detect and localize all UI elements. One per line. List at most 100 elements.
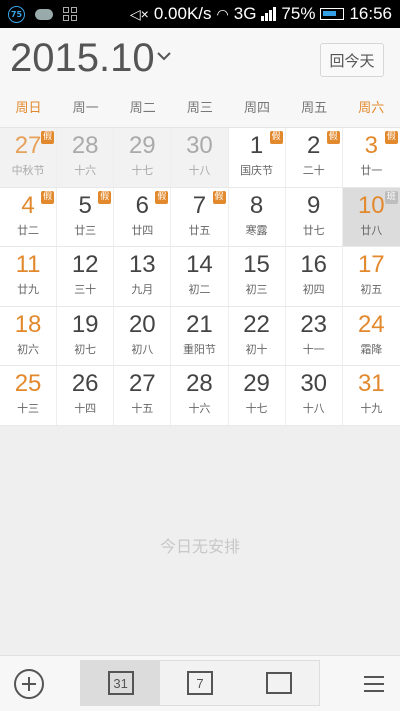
day-cell[interactable]: 17 初五 <box>343 247 400 306</box>
day-cell[interactable]: 21 重阳节 <box>171 306 229 366</box>
day-cell[interactable]: 7 廿五假 <box>171 187 229 247</box>
lunar-date: 二十 <box>302 164 325 177</box>
day-number: 22 <box>243 310 270 338</box>
holiday-badge: 假 <box>41 190 55 204</box>
day-cell[interactable]: 27 十五 <box>114 366 172 425</box>
day-cell[interactable]: 18 初六 <box>0 306 58 366</box>
day-cell[interactable]: 20 初八 <box>114 306 172 366</box>
network-type: 3G <box>233 4 257 23</box>
lunar-date: 廿二 <box>17 223 40 237</box>
week-row: 25 十三 26 十四 27 十五 28 十六 29 十七 30 十八 31 十九 <box>0 366 400 426</box>
day-cell[interactable]: 31 十九 <box>343 366 400 425</box>
day-number: 12 <box>71 251 99 279</box>
day-number: 24 <box>357 310 385 338</box>
day-cell[interactable]: 9 廿七 <box>286 187 343 247</box>
day-cell[interactable]: 28 十六 <box>171 366 229 425</box>
lunar-date: 初六 <box>17 342 40 356</box>
month-view-tab[interactable]: 31 <box>81 661 161 705</box>
lunar-date: 初二 <box>188 283 211 297</box>
menu-icon[interactable] <box>364 676 384 692</box>
day-cell[interactable]: 11 廿九 <box>0 247 58 306</box>
week-view-tab[interactable]: 7 <box>160 661 239 705</box>
holiday-badge: 假 <box>98 190 112 204</box>
bottom-toolbar: 31 7 <box>0 655 400 711</box>
weekday-label: 周一 <box>72 101 99 116</box>
lunar-date: 重阳节 <box>182 342 216 356</box>
weekday-label: 周四 <box>244 101 271 116</box>
day-cell-selected[interactable]: 10 廿八班 <box>342 187 400 247</box>
day-cell[interactable]: 12 三十 <box>57 247 115 306</box>
weekday-label: 周三 <box>186 101 213 116</box>
day-cell[interactable]: 30 十八 <box>286 366 343 425</box>
weekday-label: 周六 <box>358 101 385 116</box>
day-cell[interactable]: 14 初二 <box>171 247 229 306</box>
day-cell[interactable]: 29 十七 <box>114 128 172 187</box>
day-cell[interactable]: 4 廿二假 <box>0 187 58 247</box>
day-number: 11 <box>15 251 41 279</box>
day-cell[interactable]: 28 十六 <box>57 128 115 187</box>
signal-icon <box>261 7 277 21</box>
day-cell[interactable]: 16 初四 <box>286 247 343 306</box>
week-row: 18 初六 19 初七 20 初八 21 重阳节 22 初十 23 十一 24 霜降 <box>0 306 400 367</box>
holiday-badge: 假 <box>326 131 340 144</box>
day-cell[interactable]: 6 廿四假 <box>114 187 172 247</box>
day-cell[interactable]: 27 中秋节假 <box>0 128 58 187</box>
lunar-date: 十三 <box>17 402 40 416</box>
weekday-header: 周日 周一 周二 周三 周四 周五 周六 <box>0 90 400 128</box>
month-grid: 27 中秋节假 28 十六 29 十七 30 十八 1 国庆节假 2 二十假 3 廿一假 4廿… <box>0 128 400 426</box>
add-event-button[interactable] <box>14 669 44 699</box>
day-cell[interactable]: 3 廿一假 <box>343 128 400 187</box>
lunar-date: 十八 <box>188 164 211 177</box>
day-number: 29 <box>243 370 270 398</box>
lunar-date: 初十 <box>245 342 268 356</box>
day-cell[interactable]: 24 霜降 <box>343 307 400 366</box>
weather-cloud-icon <box>35 8 53 20</box>
lunar-date: 十七 <box>245 402 268 416</box>
day-cell[interactable]: 2 二十假 <box>286 128 343 187</box>
day-cell[interactable]: 25 十三 <box>0 366 58 425</box>
battery-icon <box>320 8 345 20</box>
day-cell[interactable]: 15 初三 <box>229 247 286 306</box>
day-cell[interactable]: 1 国庆节假 <box>229 128 286 187</box>
day-cell[interactable]: 30 十八 <box>171 128 229 187</box>
day-number: 19 <box>71 310 99 338</box>
lunar-date: 十六 <box>74 164 97 177</box>
lunar-date: 十八 <box>302 402 325 416</box>
day-cell[interactable]: 29 十七 <box>229 366 286 425</box>
lunar-date: 初七 <box>74 342 97 356</box>
day-number: 15 <box>243 251 270 279</box>
month-title[interactable]: 2015.10 <box>10 36 155 81</box>
notification-badge-icon: 75 <box>8 5 25 23</box>
day-cell[interactable]: 5 廿三假 <box>57 187 115 247</box>
day-number: 31 <box>357 370 385 398</box>
weekday-label: 周五 <box>301 101 328 116</box>
chevron-down-icon[interactable] <box>156 48 172 64</box>
day-cell[interactable]: 19 初七 <box>57 306 115 366</box>
day-cell[interactable]: 26 十四 <box>57 366 115 425</box>
holiday-badge: 假 <box>384 131 398 144</box>
status-bar: 75 ◁× 0.00K/s ◠ 3G 75% 16:56 <box>0 0 400 28</box>
lunar-date: 初四 <box>302 283 325 297</box>
day-cell[interactable]: 22 初十 <box>229 306 286 366</box>
list-view-tab[interactable] <box>240 661 319 705</box>
lunar-date: 中秋节 <box>11 164 45 177</box>
lunar-date: 寒露 <box>245 223 268 237</box>
day-number: 27 <box>128 370 156 398</box>
back-to-today-button[interactable]: 回今天 <box>320 43 384 77</box>
day-number: 8 <box>249 191 264 219</box>
day-cell[interactable]: 13 九月 <box>114 247 172 306</box>
battery-percent: 75% <box>281 4 316 23</box>
lunar-date: 国庆节 <box>240 164 274 177</box>
lunar-date: 十五 <box>131 402 154 416</box>
day-number: 23 <box>300 310 328 338</box>
day-number: 30 <box>300 370 328 398</box>
lunar-date: 三十 <box>74 283 97 297</box>
day-number: 21 <box>186 310 213 338</box>
day-cell[interactable]: 23 十一 <box>286 306 343 366</box>
day-number: 13 <box>128 251 156 279</box>
list-calendar-icon <box>266 672 293 694</box>
day-number: 28 <box>71 132 99 159</box>
lunar-date: 廿一 <box>360 164 383 177</box>
clock-time: 16:56 <box>349 4 392 23</box>
day-cell[interactable]: 8 寒露 <box>229 187 286 247</box>
